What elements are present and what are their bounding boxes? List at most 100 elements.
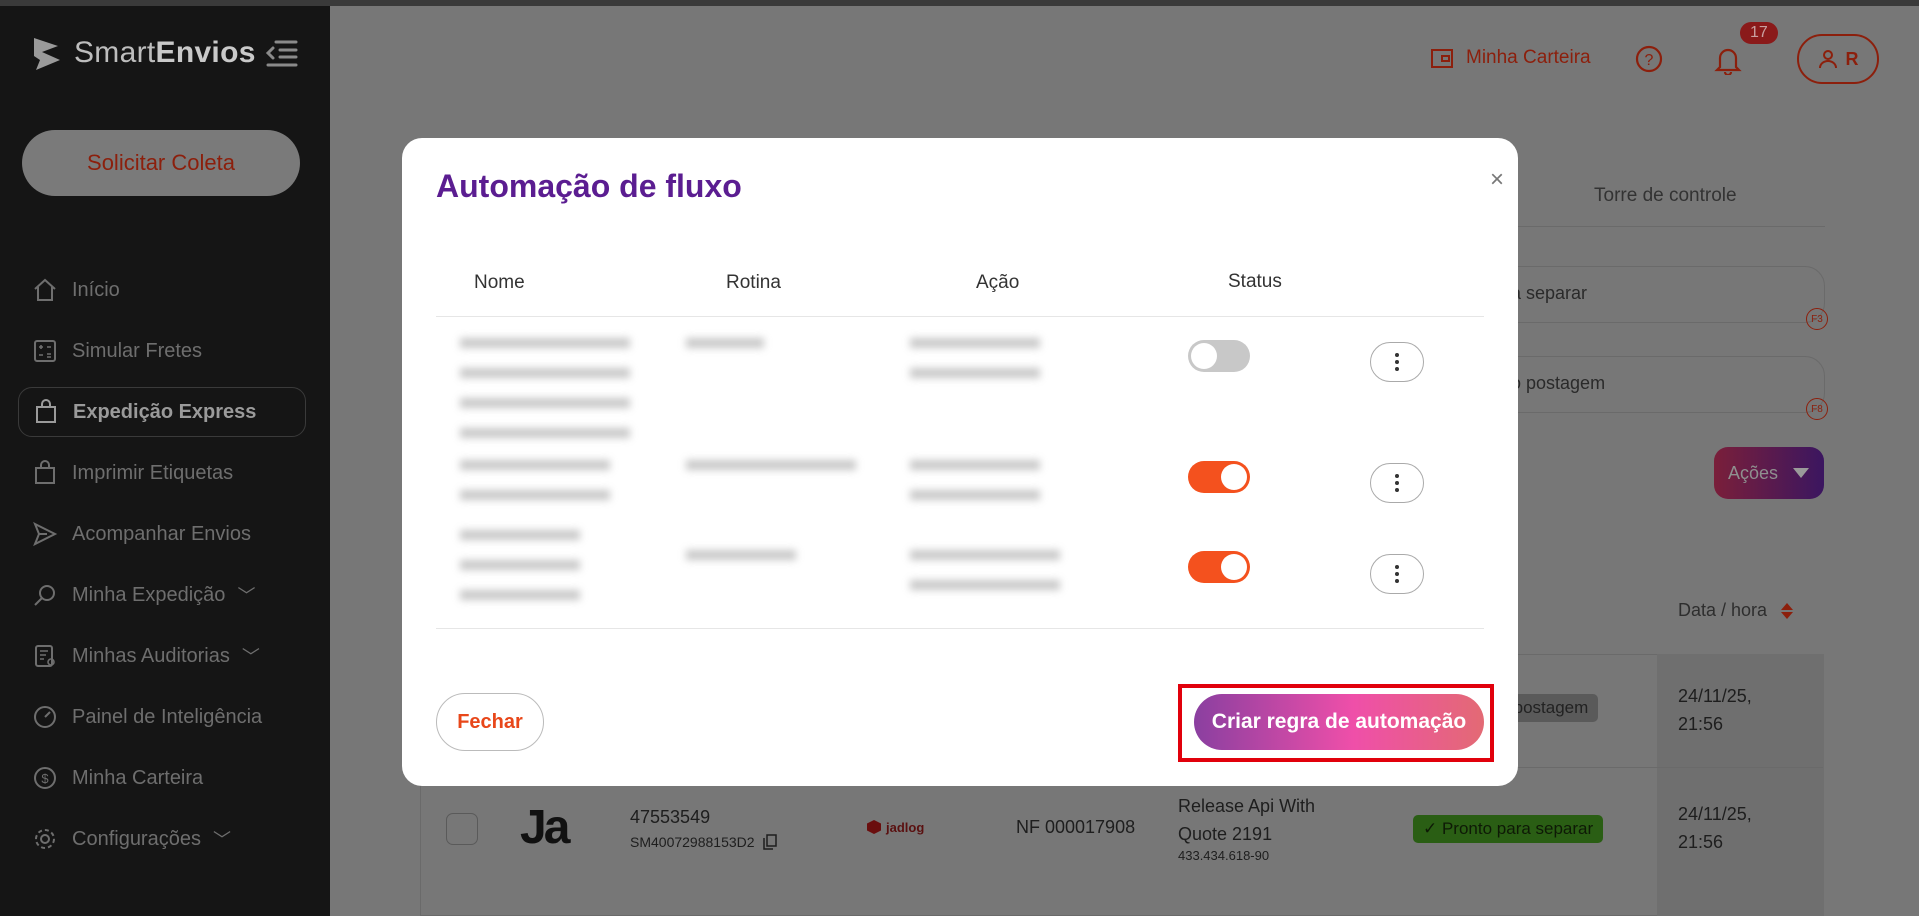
browser-top-strip <box>0 0 1919 6</box>
column-header-status: Status <box>1228 271 1282 292</box>
sort-icon <box>1781 603 1794 620</box>
header-wallet-link[interactable]: Minha Carteira <box>1430 46 1591 70</box>
sidebar-item-expedicao-express[interactable]: Expedição Express <box>18 387 306 437</box>
shopping-bag-icon <box>36 399 56 423</box>
shortcut-f8-badge: F8 <box>1806 398 1828 420</box>
row-date: 24/11/25, 21:56 <box>1678 686 1752 734</box>
close-button[interactable]: Fechar <box>436 693 544 751</box>
sidebar-item-inicio[interactable]: Início <box>18 265 306 315</box>
sidebar-item-imprimir-etiquetas[interactable]: Imprimir Etiquetas <box>18 448 306 498</box>
menu-collapse-icon[interactable] <box>264 38 298 68</box>
rule-menu-button[interactable] <box>1370 463 1424 503</box>
rule-routine-blurred <box>686 460 856 470</box>
dollar-icon: $ <box>34 767 56 789</box>
filter-label: o postagem <box>1511 373 1606 393</box>
invoice-number: NF 000017908 <box>1016 817 1136 837</box>
rule-status-toggle[interactable] <box>1188 340 1250 372</box>
sidebar-item-acompanhar-envios[interactable]: Acompanhar Envios <box>18 509 306 559</box>
rule-status-toggle[interactable] <box>1188 461 1250 493</box>
gear-icon <box>35 829 55 849</box>
search-icon <box>34 585 55 606</box>
kebab-menu-icon <box>1395 565 1399 583</box>
chevron-down-icon: ﹀ <box>237 586 256 606</box>
svg-text:?: ? <box>1645 52 1654 69</box>
modal-title: Automação de fluxo <box>436 168 742 204</box>
tracking-code: SM40072988153D2 <box>630 834 777 850</box>
audit-icon <box>35 645 55 667</box>
filter-a-separar[interactable]: a separar <box>1470 266 1825 323</box>
sidebar-item-label: Expedição Express <box>73 400 257 423</box>
close-icon[interactable]: × <box>1490 168 1504 192</box>
sidebar-nav: Início Simular Fretes Expedição Express … <box>18 265 306 875</box>
rule-menu-button[interactable] <box>1370 342 1424 382</box>
shortcut-f3-badge: F3 <box>1806 308 1828 330</box>
toggle-knob <box>1191 343 1217 369</box>
help-icon[interactable]: ? <box>1635 45 1663 73</box>
status-badge: ✓ Pronto para separar <box>1413 815 1604 843</box>
sidebar-item-label: Acompanhar Envios <box>72 522 251 545</box>
home-icon <box>34 278 56 301</box>
logo-mark-icon <box>34 38 60 70</box>
user-icon <box>1818 50 1837 69</box>
sidebar-item-label: Imprimir Etiquetas <box>72 461 234 484</box>
tab-divider <box>1505 226 1825 227</box>
rule-action-blurred <box>910 460 1040 500</box>
rule-menu-button[interactable] <box>1370 554 1424 594</box>
actions-dropdown-button[interactable]: Ações <box>1714 447 1824 499</box>
bell-icon[interactable] <box>1714 45 1742 75</box>
sort-label: Data / hora <box>1678 600 1768 620</box>
toggle-knob <box>1221 464 1247 490</box>
rule-status-toggle[interactable] <box>1188 551 1250 583</box>
sidebar-item-minha-carteira[interactable]: $ Minha Carteira <box>18 753 306 803</box>
rule-action-blurred <box>910 338 1040 378</box>
sort-date-header[interactable]: Data / hora <box>1678 600 1794 621</box>
rule-action-blurred <box>910 550 1060 590</box>
sidebar-item-label: Configurações <box>72 827 201 850</box>
toggle-knob <box>1221 554 1247 580</box>
request-pickup-button[interactable]: Solicitar Coleta <box>22 130 300 196</box>
rule-name-blurred <box>460 338 630 458</box>
rule-routine-blurred <box>686 550 796 560</box>
sidebar-item-simular-fretes[interactable]: Simular Fretes <box>18 326 306 376</box>
carrier-logo: Ja <box>520 801 570 854</box>
copy-icon[interactable] <box>762 834 777 850</box>
column-header-rotina: Rotina <box>726 272 781 293</box>
wallet-label: Minha Carteira <box>1466 47 1591 68</box>
order-id: 47553549 <box>630 807 711 827</box>
kebab-menu-icon <box>1395 353 1399 371</box>
sidebar-item-minha-expedicao[interactable]: Minha Expedição ﹀ <box>18 570 306 620</box>
row-checkbox[interactable] <box>446 813 478 845</box>
client-document: 433.434.618-90 <box>1178 848 1270 863</box>
sidebar-item-label: Início <box>72 278 120 301</box>
client-name: Release Api With Quote 2191 <box>1178 796 1316 844</box>
caret-down-icon <box>1793 468 1810 478</box>
rule-name-blurred <box>460 530 580 600</box>
column-header-nome: Nome <box>474 272 525 293</box>
actions-label: Ações <box>1727 462 1779 483</box>
sidebar-item-painel-inteligencia[interactable]: Painel de Inteligência <box>18 692 306 742</box>
rule-routine-blurred <box>686 338 764 348</box>
sidebar-item-label: Simular Fretes <box>72 339 203 362</box>
sidebar-item-label: Painel de Inteligência <box>72 705 263 728</box>
brand-logo[interactable]: SmartEnvios <box>30 34 256 72</box>
sidebar-item-label: Minha Carteira <box>72 766 204 789</box>
filter-postagem[interactable]: o postagem <box>1470 356 1825 413</box>
sidebar-item-minhas-auditorias[interactable]: Minhas Auditorias ﹀ <box>18 631 306 681</box>
automation-flow-modal: Automação de fluxo × Nome Rotina Ação St… <box>402 138 1518 786</box>
create-automation-rule-button[interactable]: Criar regra de automação <box>1194 694 1484 750</box>
wallet-icon <box>1431 49 1453 68</box>
send-icon <box>33 521 58 547</box>
chevron-down-icon: ﹀ <box>212 830 231 850</box>
sidebar-item-configuracoes[interactable]: Configurações ﹀ <box>18 814 306 864</box>
carrier-jadlog-logo: jadlog <box>866 819 924 835</box>
sidebar-item-label: Minha Expedição <box>72 583 226 606</box>
shopping-bag-icon <box>35 460 55 484</box>
brand-name: SmartEnvios <box>74 36 256 69</box>
user-menu-button[interactable]: R <box>1797 34 1879 84</box>
tab-torre-de-controle[interactable]: Torre de controle <box>1594 185 1737 207</box>
user-initial: R <box>1845 48 1859 69</box>
notification-badge: 17 <box>1740 22 1778 44</box>
column-header-acao: Ação <box>976 272 1020 293</box>
gauge-icon <box>34 706 56 728</box>
rule-name-blurred <box>460 460 610 500</box>
